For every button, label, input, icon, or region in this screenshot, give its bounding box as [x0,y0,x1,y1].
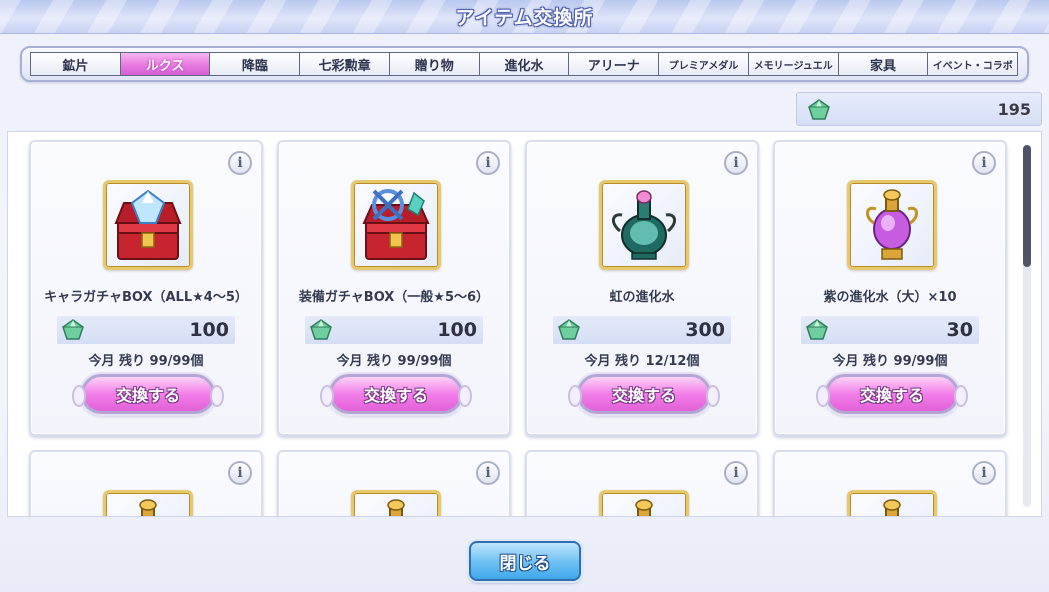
potion-icon [847,490,937,516]
remaining-count: 今月 残り 99/99個 [832,354,948,369]
info-button[interactable]: i [228,151,252,175]
remaining-count: 今月 残り 99/99個 [88,354,204,369]
item-cost: 30 [801,316,979,344]
currency-display: 195 [796,92,1042,126]
item-card: i [29,450,263,516]
item-list-panel: i キャラガチャBOX（ALL★4～5） 100 今月 残り 99/99個 交換… [7,131,1042,517]
item-card: i 紫の進化水（大）×10 30 今月 残り 99/99個 交換する [773,140,1007,436]
green-gem-icon [805,319,829,345]
potion-icon [599,490,689,516]
item-name: 装備ガチャBOX（一般★5～6） [298,289,490,305]
tab-kouhen[interactable]: 鉱片 [31,53,120,75]
cost-value: 100 [189,319,229,341]
green-gem-icon [807,99,831,125]
item-card: i 虹の進化水 300 今月 残り 12/12個 交換する [525,140,759,436]
tab-furniture[interactable]: 家具 [838,53,928,75]
tab-nanairo-medal[interactable]: 七彩勲章 [300,53,389,75]
info-button[interactable]: i [476,461,500,485]
page-title: アイテム交換所 [455,7,594,29]
potion-icon [103,490,193,516]
info-button[interactable]: i [724,151,748,175]
category-tabs: 鉱片 ルクス 降臨 七彩勲章 贈り物 進化水 アリーナ プレミアメダル メモリー… [30,52,1018,76]
item-name: キャラガチャBOX（ALL★4～5） [44,289,248,305]
item-cost: 300 [553,316,731,344]
item-cost: 100 [305,316,483,344]
treasure-chest-equipment-icon [351,180,441,270]
item-name: 紫の進化水（大）×10 [823,289,957,305]
item-card: i [277,450,511,516]
item-card: i [525,450,759,516]
green-gem-icon [557,319,581,345]
item-card: i 装備ガチャBOX（一般★5～6） 100 今月 残り 99/99個 交換する [277,140,511,436]
tab-memory-jewel[interactable]: メモリージュエル [748,53,838,75]
tab-arena[interactable]: アリーナ [569,53,659,75]
treasure-chest-diamond-icon [103,180,193,270]
info-button[interactable]: i [724,461,748,485]
cost-value: 100 [437,319,477,341]
remaining-count: 今月 残り 12/12個 [584,354,700,369]
exchange-button[interactable]: 交換する [320,374,472,414]
rainbow-potion-icon [599,180,689,270]
cost-value: 300 [685,319,725,341]
info-button[interactable]: i [972,151,996,175]
item-card: i [773,450,1007,516]
tab-kourin[interactable]: 降臨 [210,53,300,75]
green-gem-icon [309,319,333,345]
tab-lux[interactable]: ルクス [120,53,210,75]
tab-gifts[interactable]: 贈り物 [389,53,479,75]
remaining-count: 今月 残り 99/99個 [336,354,452,369]
info-button[interactable]: i [228,461,252,485]
scrollbar-thumb[interactable] [1023,145,1031,267]
purple-potion-icon [847,180,937,270]
tab-evolution-water[interactable]: 進化水 [479,53,569,75]
exchange-button[interactable]: 交換する [72,374,224,414]
item-card: i キャラガチャBOX（ALL★4～5） 100 今月 残り 99/99個 交換… [29,140,263,436]
exchange-button[interactable]: 交換する [568,374,720,414]
title-bar: アイテム交換所 [0,0,1049,34]
cost-value: 30 [946,319,973,341]
item-cost: 100 [57,316,235,344]
item-name: 虹の進化水 [609,289,675,305]
info-button[interactable]: i [476,151,500,175]
currency-amount: 195 [997,100,1031,119]
close-button[interactable]: 閉じる [469,541,581,581]
exchange-button[interactable]: 交換する [816,374,968,414]
potion-icon [351,490,441,516]
tab-event-collab[interactable]: イベント・コラボ [928,53,1018,75]
tab-premium-medal[interactable]: プレミアメダル [659,53,748,75]
green-gem-icon [61,319,85,345]
info-button[interactable]: i [972,461,996,485]
